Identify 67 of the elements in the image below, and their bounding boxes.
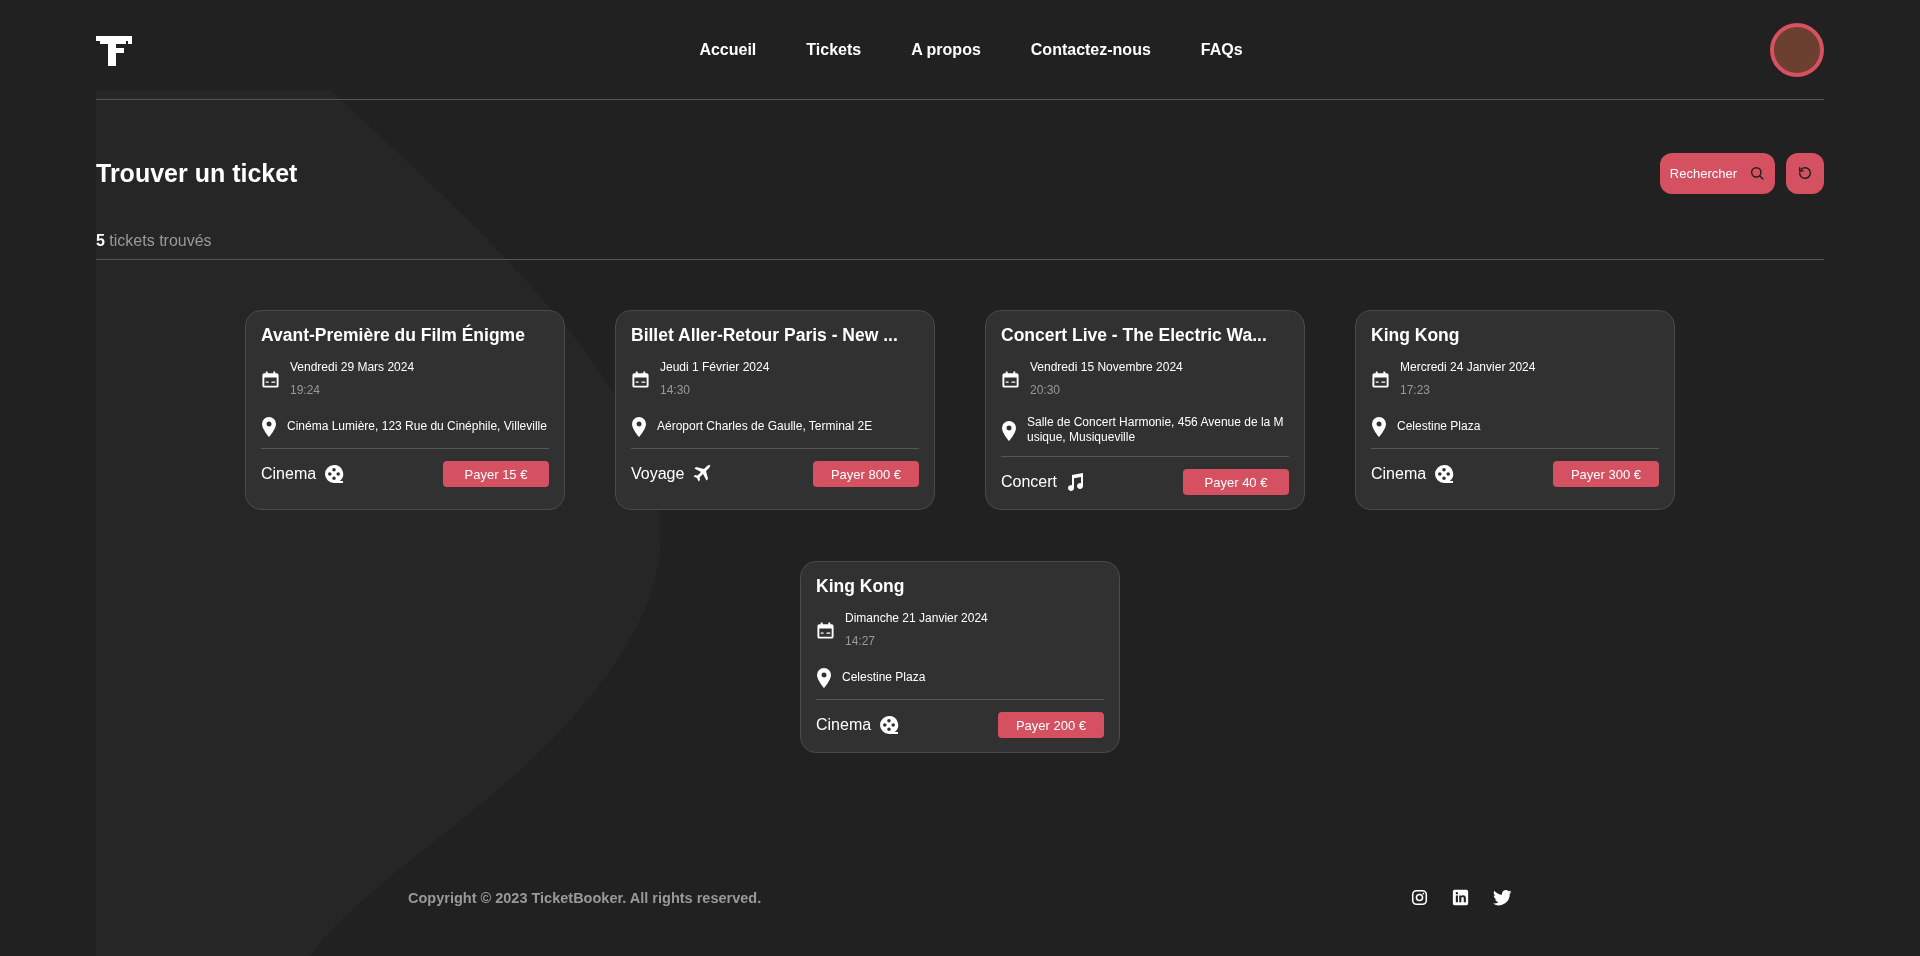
pay-button[interactable]: Payer 300 € (1553, 461, 1659, 487)
calendar-icon (1371, 370, 1390, 389)
location-pin-icon (631, 417, 647, 437)
ticket-title: Avant-Première du Film Énigme (261, 325, 526, 346)
reset-icon (1797, 165, 1813, 181)
ticket-category: Cinema (816, 716, 872, 734)
ticket-date: Jeudi 1 Février 2024 (660, 360, 770, 374)
ticket-card[interactable]: King Kong Mercredi 24 Janvier 2024 17:23 Celestine Plaza Cinema Payer 300 € (1355, 310, 1675, 510)
ticket-location: Salle de Concert Harmonie, 456 Avenue de la Musique, Musiqueville (1027, 415, 1285, 445)
nav-link[interactable]: Contactez-nous (1030, 40, 1151, 59)
location-pin-icon (1001, 421, 1017, 441)
calendar-icon (816, 621, 835, 640)
ticket-time: 20:30 (1030, 383, 1062, 397)
nav-link[interactable]: A propos (911, 40, 981, 59)
calendar-icon (631, 370, 650, 389)
pay-button[interactable]: Payer 40 € (1183, 469, 1289, 495)
ticket-time: 14:30 (660, 383, 692, 397)
ticket-card[interactable]: Avant-Première du Film Énigme Vendredi 29 Mars 2024 19:24 Cinéma Lumière, 123 Rue du Cinéphile, Villeville Cinema Payer 15 € (245, 310, 565, 510)
reset-button[interactable] (1786, 152, 1824, 194)
film-reel-icon (324, 464, 345, 484)
ticket-location: Celestine Plaza (842, 669, 926, 685)
nav-link[interactable]: FAQs (1200, 40, 1243, 59)
ticket-card[interactable]: King Kong Dimanche 21 Janvier 2024 14:27 Celestine Plaza Cinema Payer 200 € (800, 561, 1120, 753)
linkedin-icon[interactable] (1452, 889, 1469, 906)
pay-button[interactable]: Payer 200 € (998, 712, 1104, 738)
ticket-date: Vendredi 29 Mars 2024 (290, 360, 415, 374)
location-pin-icon (261, 417, 277, 437)
ticket-time: 17:23 (1400, 383, 1432, 397)
nav-link[interactable]: Accueil (699, 40, 757, 59)
pay-button[interactable]: Payer 800 € (813, 461, 919, 487)
avatar[interactable] (1770, 22, 1824, 77)
pay-button[interactable]: Payer 15 € (443, 461, 549, 487)
ticket-location: Cinéma Lumière, 123 Rue du Cinéphile, Villeville (287, 418, 547, 434)
location-pin-icon (1371, 417, 1387, 437)
ticket-category: Concert (1001, 473, 1058, 491)
page-title: Trouver un ticket (96, 158, 298, 188)
ticket-location: Aéroport Charles de Gaulle, Terminal 2E (657, 418, 873, 434)
ticket-date: Mercredi 24 Janvier 2024 (1400, 360, 1536, 374)
copyright-text: Copyright © 2023 TicketBooker. All rights reserved. (408, 889, 762, 906)
logo-icon[interactable] (96, 33, 132, 66)
ticket-title: Concert Live - The Electric Wa... (1001, 325, 1268, 346)
music-note-icon (1065, 472, 1086, 492)
ticket-title: King Kong (816, 576, 906, 597)
ticket-title: Billet Aller-Retour Paris - New ... (631, 325, 899, 346)
ticket-card[interactable]: Billet Aller-Retour Paris - New ... Jeudi 1 Février 2024 14:30 Aéroport Charles de Gaulle, Terminal 2E Voyage Payer 800 € (615, 310, 935, 510)
ticket-location: Celestine Plaza (1397, 418, 1481, 434)
calendar-icon (1001, 370, 1020, 389)
film-reel-icon (879, 715, 900, 735)
twitter-icon[interactable] (1493, 889, 1512, 906)
ticket-date: Dimanche 21 Janvier 2024 (845, 611, 988, 625)
ticket-time: 14:27 (845, 634, 877, 648)
search-button[interactable]: Rechercher (1659, 152, 1775, 194)
ticket-category: Cinema (261, 465, 317, 483)
location-pin-icon (816, 668, 832, 688)
result-count: 5 tickets trouvés (96, 232, 1824, 260)
ticket-title: King Kong (1371, 325, 1461, 346)
ticket-category: Voyage (631, 465, 685, 483)
ticket-date: Vendredi 15 Novembre 2024 (1030, 360, 1183, 374)
ticket-time: 19:24 (290, 383, 322, 397)
nav-link[interactable]: Tickets (806, 40, 862, 59)
instagram-icon[interactable] (1411, 889, 1428, 906)
film-reel-icon (1434, 464, 1455, 484)
airplane-icon (692, 464, 713, 484)
ticket-category: Cinema (1371, 465, 1427, 483)
ticket-card[interactable]: Concert Live - The Electric Wa... Vendredi 15 Novembre 2024 20:30 Salle de Concert Harmonie, 456 Avenue de la Musique, Musiqueville Concert Payer 40 € (985, 310, 1305, 510)
calendar-icon (261, 370, 280, 389)
search-icon (1749, 165, 1765, 181)
